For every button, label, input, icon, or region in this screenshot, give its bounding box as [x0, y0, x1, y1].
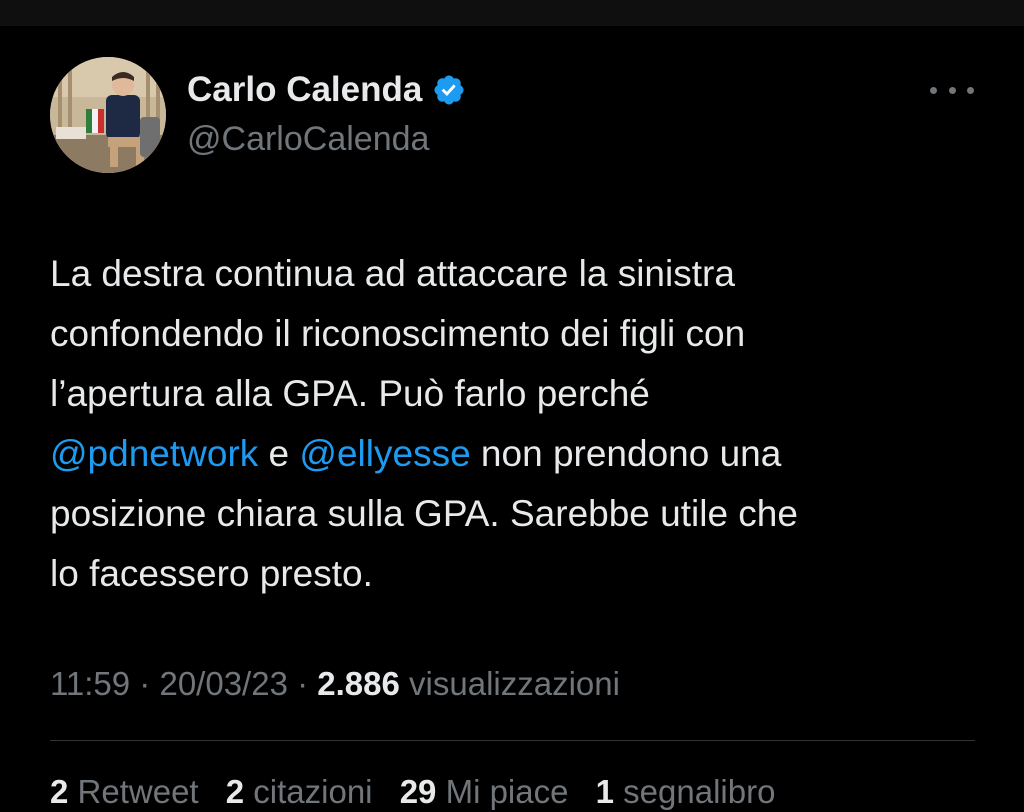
- divider: [50, 740, 975, 741]
- bookmarks-label: segnalibro: [614, 773, 776, 810]
- tweet-text-line: confondendo il riconoscimento dei figli …: [50, 313, 746, 354]
- quotes-label: citazioni: [244, 773, 373, 810]
- quotes-stat[interactable]: 2 citazioni: [226, 773, 373, 810]
- tweet-text-line-mentions: @pdnetwork e @ellyesse non prendono una: [50, 424, 980, 484]
- bookmarks-stat[interactable]: 1 segnalibro: [596, 773, 776, 810]
- tweet-meta: 11:59 · 20/03/23 · 2.886 visualizzazioni: [50, 665, 620, 703]
- more-dot: [948, 86, 956, 94]
- mention-link-pdnetwork[interactable]: @pdnetwork: [50, 433, 258, 474]
- tweet-text-line: lo facessero presto.: [50, 553, 373, 594]
- more-dot: [930, 86, 937, 94]
- more-dot: [967, 86, 974, 94]
- tweet-text-line: posizione chiara sulla GPA. Sarebbe util…: [50, 493, 798, 534]
- retweets-stat[interactable]: 2 Retweet: [50, 773, 199, 810]
- tweet-text-rest: non prendono una: [470, 433, 782, 474]
- tweet-text-line: La destra continua ad attaccare la sinis…: [50, 253, 735, 294]
- meta-separator: ·: [287, 665, 318, 702]
- author-name-row[interactable]: Carlo Calenda: [187, 70, 466, 110]
- more-horizontal-icon[interactable]: [930, 78, 974, 102]
- likes-stat[interactable]: 29 Mi piace: [400, 773, 569, 810]
- retweets-label: Retweet: [68, 773, 199, 810]
- top-strip: [0, 0, 1024, 26]
- avatar-photo: [50, 57, 166, 173]
- mention-link-ellyesse[interactable]: @ellyesse: [299, 433, 470, 474]
- tweet-text-connector: e: [258, 433, 300, 474]
- retweets-count: 2: [50, 773, 69, 810]
- tweet-card: Carlo Calenda @CarloCalenda La destra co…: [0, 26, 1024, 812]
- views-label: visualizzazioni: [399, 665, 620, 702]
- tweet-text: La destra continua ad attaccare la sinis…: [50, 244, 980, 604]
- quotes-count: 2: [225, 773, 245, 810]
- views-count: 2.886: [317, 665, 400, 702]
- tweet-stats: 2 Retweet 2 citazioni 29 Mi piace 1 segn…: [50, 773, 793, 811]
- display-name[interactable]: Carlo Calenda: [187, 70, 422, 110]
- tweet-time[interactable]: 11:59: [50, 665, 130, 702]
- likes-label: Mi piace: [436, 773, 569, 810]
- avatar[interactable]: [50, 57, 166, 173]
- likes-count: 29: [399, 773, 437, 810]
- author-handle[interactable]: @CarloCalenda: [187, 120, 429, 159]
- meta-separator: ·: [130, 665, 160, 702]
- tweet-date[interactable]: 20/03/23: [159, 665, 287, 702]
- verified-badge-icon: [432, 73, 466, 107]
- bookmarks-count: 1: [595, 773, 614, 810]
- tweet-text-line: l’apertura alla GPA. Può farlo perché: [50, 373, 650, 414]
